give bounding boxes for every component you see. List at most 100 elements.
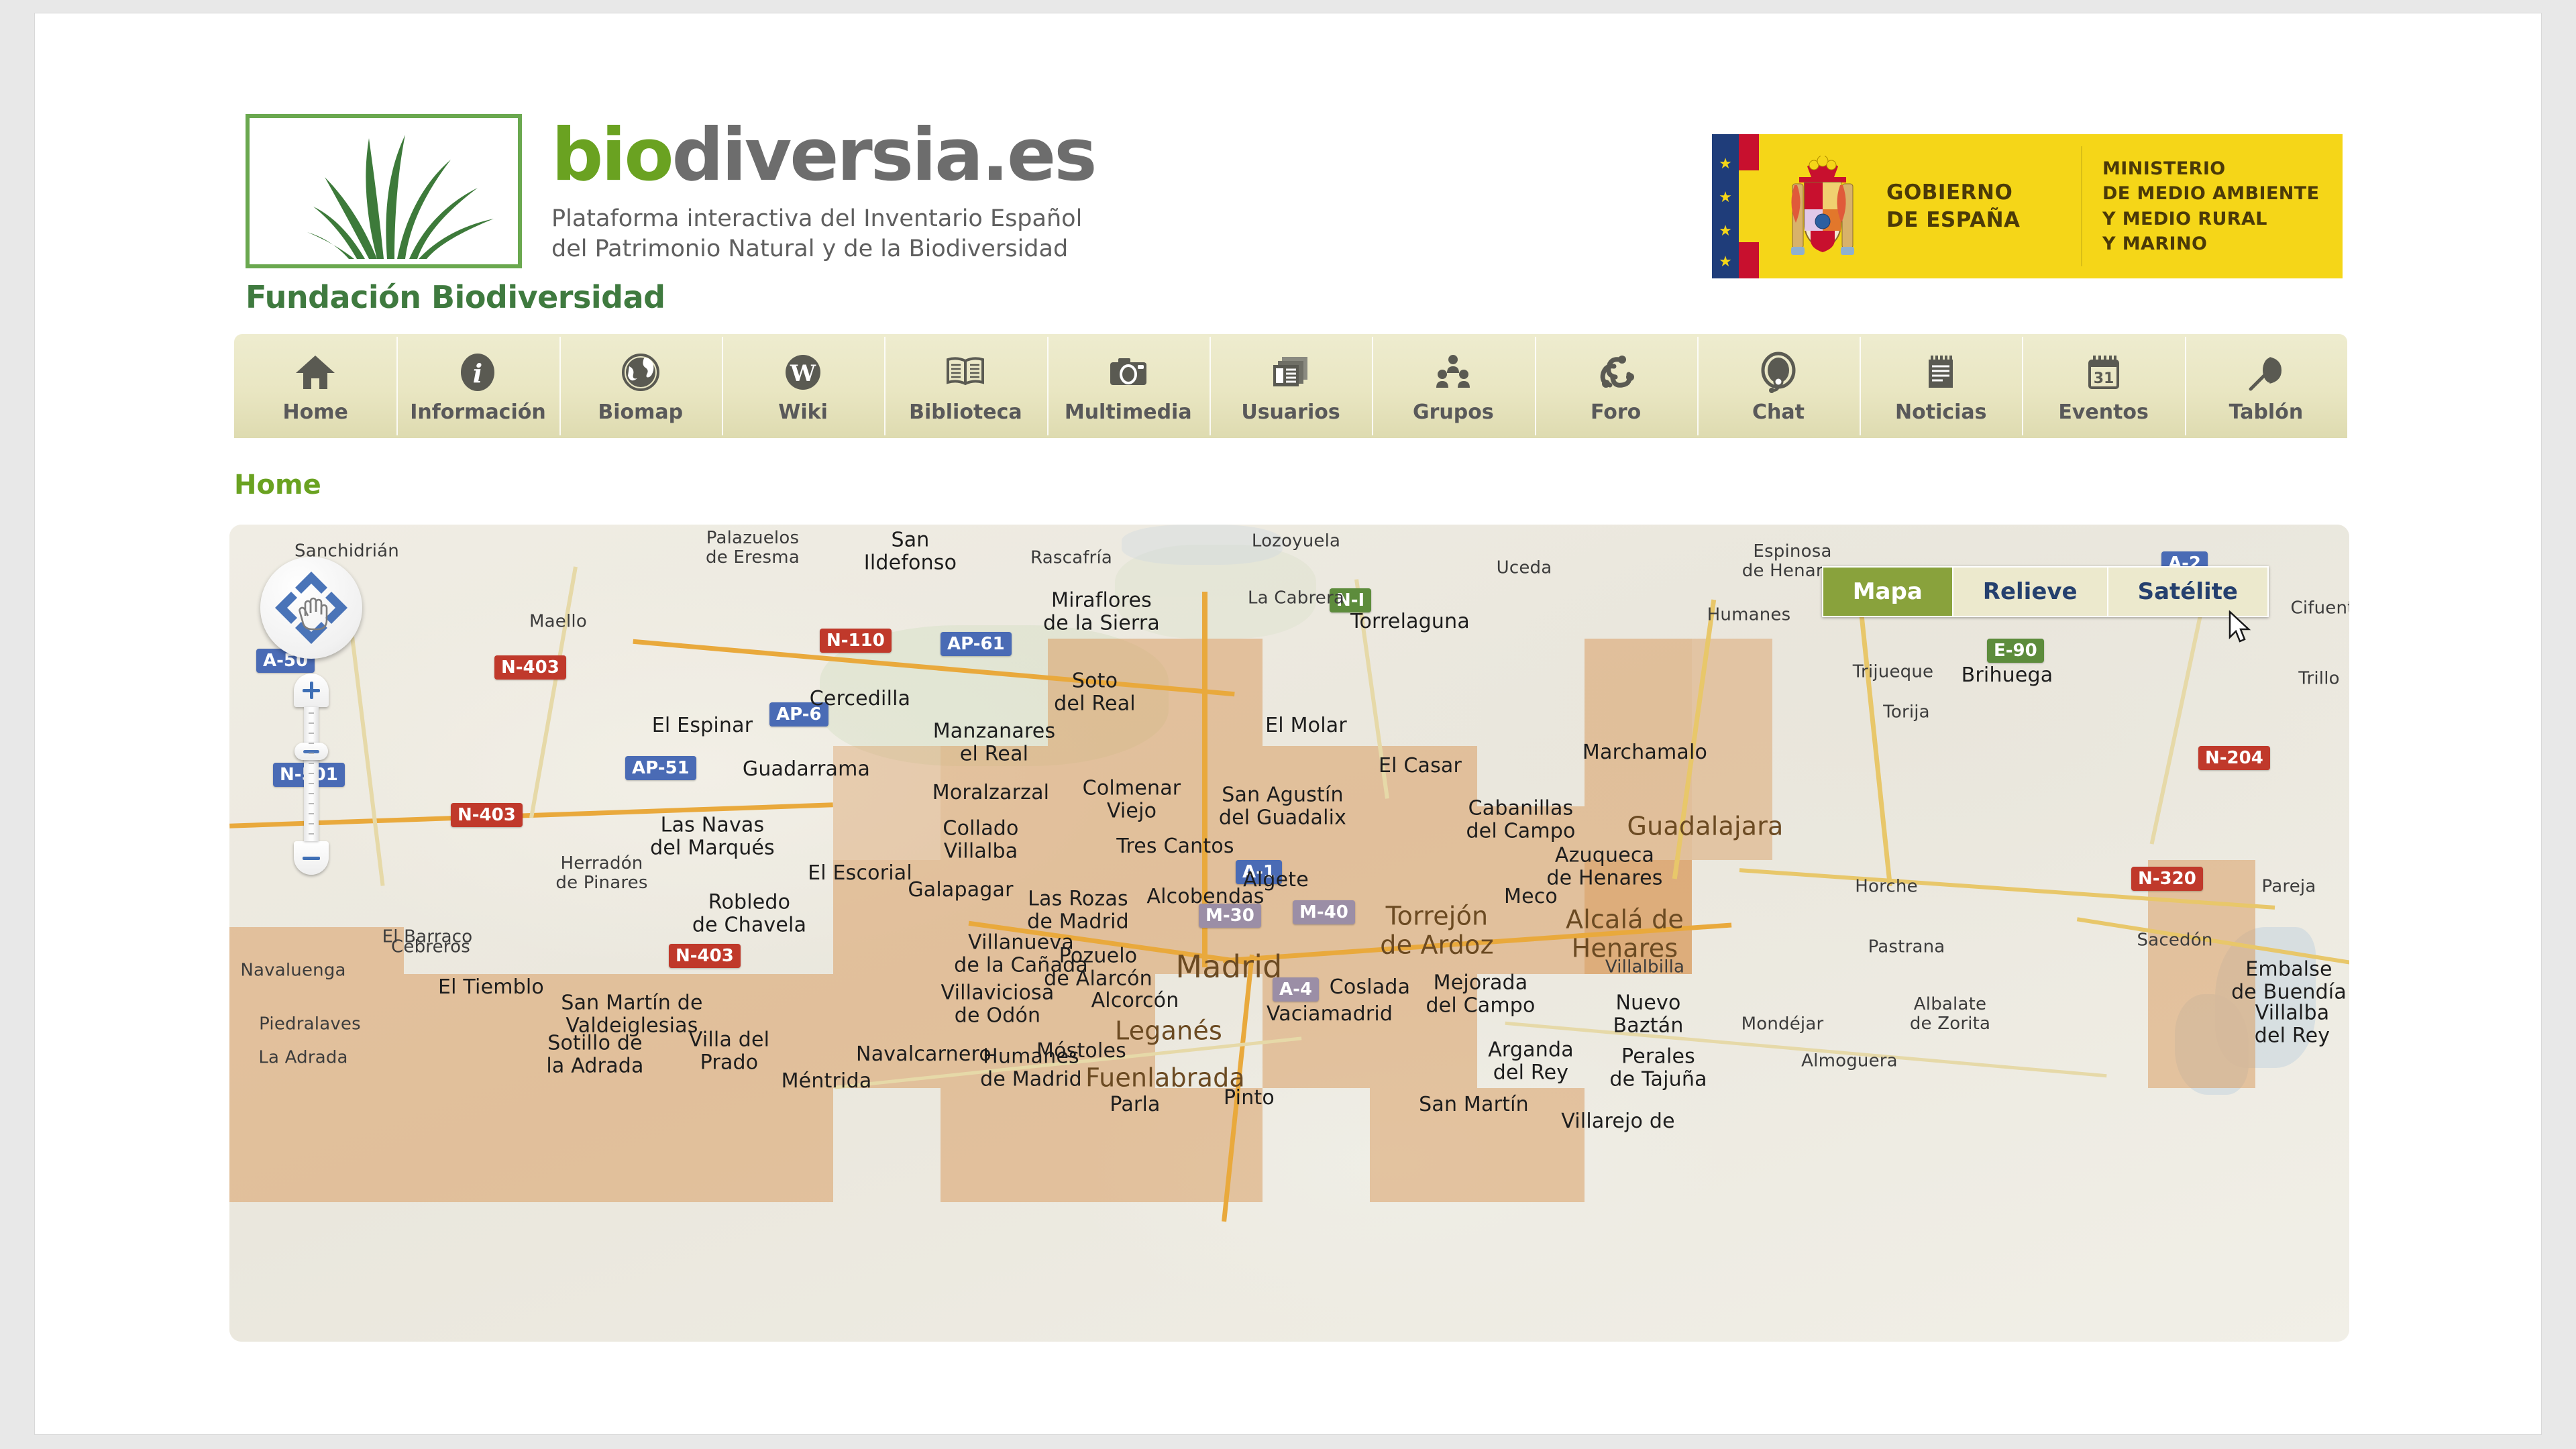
map-place-label: Azuqueca de Henares [1546, 843, 1663, 890]
zoom-tick [309, 793, 314, 794]
map-place-label: Guadarrama [742, 757, 871, 782]
zoom-slider-track[interactable] [294, 707, 328, 841]
road-shield: N-320 [2131, 867, 2203, 891]
zoom-tick [309, 773, 314, 774]
biomap-map-canvas[interactable]: A-2A-1AP-61AP-6AP-51N-110N-501N-403N-403… [229, 525, 2349, 1342]
calendar-31-icon: 31 [2083, 348, 2125, 396]
map-place-label: Marchamalo [1582, 741, 1708, 765]
map-place-label: Miraflores de la Sierra [1042, 588, 1161, 635]
map-place-label: Meco [1504, 885, 1558, 909]
site-wordmark: biodiversia.es [551, 119, 1097, 192]
notepad-icon [1920, 348, 1962, 396]
people-group-icon [1432, 348, 1474, 396]
map-place-label: Palazuelos de Eresma [706, 527, 800, 568]
info-icon: i [457, 348, 498, 396]
map-place-label: Albalate de Zorita [1909, 994, 1991, 1034]
map-place-label: Las Rozas de Madrid [1027, 887, 1129, 933]
site-header: Fundación Biodiversidad biodiversia.es P… [35, 13, 2541, 315]
map-type-sat-lite-button[interactable]: Satélite [2108, 568, 2267, 616]
road-shield: N-403 [494, 655, 566, 680]
map-place-label: Cabanillas del Campo [1466, 796, 1576, 843]
map-place-label: Mejorada del Campo [1426, 971, 1536, 1017]
map-place-label: Almoguera [1801, 1051, 1898, 1071]
map-place-label: Pozuelo de Alarcón [1044, 944, 1152, 990]
map-place-label: Villalbilla [1605, 957, 1685, 977]
open-book-icon [945, 348, 986, 396]
map-place-label: Embalse de Buendía [2231, 957, 2347, 1004]
wordmark-bio: bio [551, 113, 674, 197]
nav-item-grupos[interactable]: Grupos [1372, 334, 1534, 438]
road-shield: N-110 [820, 629, 892, 653]
zoom-slider-handle[interactable] [294, 743, 328, 760]
nav-item-label: Biblioteca [909, 400, 1022, 424]
nav-item-noticias[interactable]: Noticias [1860, 334, 2022, 438]
map-type-relieve-button[interactable]: Relieve [1953, 568, 2108, 616]
nav-item-eventos[interactable]: 31 Eventos [2022, 334, 2184, 438]
map-place-label: Moralzarzal [932, 781, 1050, 805]
spain-coat-of-arms-icon [1759, 134, 1886, 278]
pan-control[interactable] [260, 557, 362, 659]
breadcrumb[interactable]: Home [234, 470, 321, 500]
main-navigation[interactable]: Home i Información Biomap W Wiki Biblioteca Mul… [234, 334, 2347, 438]
nav-item-foro[interactable]: Foro [1534, 334, 1697, 438]
nav-item-label: Noticias [1895, 400, 1987, 424]
map-place-label: Alcorcón [1091, 989, 1179, 1013]
nav-item-home[interactable]: Home [234, 334, 396, 438]
spain-flag-stripe-icon [1739, 134, 1759, 278]
zoom-tick [309, 783, 314, 784]
zoom-out-button[interactable] [294, 841, 329, 875]
headset-icon [1758, 348, 1799, 396]
nav-item-biblioteca[interactable]: Biblioteca [884, 334, 1046, 438]
map-place-label: San Ildefonso [863, 528, 957, 574]
zoom-slider-control[interactable] [294, 674, 329, 875]
map-place-label: San Martín de Valdeiglesias [561, 991, 703, 1037]
map-place-label: Piedralaves [259, 1014, 361, 1034]
zoom-tick [309, 813, 314, 814]
map-place-label: Méntrida [781, 1069, 872, 1093]
zoom-in-button[interactable] [294, 674, 329, 707]
map-place-label: El Espinar [651, 714, 753, 738]
map-place-label: Mondéjar [1741, 1014, 1824, 1034]
nav-item-tabl-n[interactable]: Tablón [2184, 334, 2347, 438]
map-place-label: El Casar [1378, 754, 1462, 778]
map-place-label: Trillo [2298, 668, 2340, 689]
zoom-tick [309, 833, 314, 835]
zoom-tick [309, 722, 314, 724]
nav-item-informaci-n[interactable]: i Información [396, 334, 559, 438]
map-type-mapa-button[interactable]: Mapa [1823, 568, 1953, 616]
map-place-label: Galapagar [908, 878, 1014, 902]
map-place-label: Villaviciosa de Odón [941, 981, 1055, 1027]
nav-item-biomap[interactable]: Biomap [559, 334, 722, 438]
plus-icon [303, 682, 320, 699]
map-place-label: El Molar [1265, 714, 1347, 738]
nav-item-usuarios[interactable]: Usuarios [1209, 334, 1372, 438]
nav-item-label: Chat [1752, 400, 1805, 424]
map-place-label: Manzanares el Real [932, 719, 1056, 765]
nav-item-wiki[interactable]: W Wiki [721, 334, 884, 438]
wiki-w-icon: W [782, 348, 824, 396]
road-shield: AP-61 [941, 632, 1012, 656]
map-place-label: Navalcarnero [856, 1042, 991, 1067]
nav-item-multimedia[interactable]: Multimedia [1046, 334, 1210, 438]
map-place-label: Lozoyuela [1251, 531, 1341, 551]
zoom-tick [309, 712, 314, 714]
map-place-label: Horche [1855, 876, 1918, 897]
cards-stack-icon [1270, 348, 1311, 396]
map-place-label: El Escorial [808, 861, 912, 885]
map-place-label: Guadalajara [1627, 811, 1784, 841]
map-place-label: Torija [1883, 702, 1930, 722]
map-place-label: Collado Villalba [943, 816, 1019, 863]
pan-right-icon [325, 592, 347, 624]
nav-item-label: Usuarios [1241, 400, 1340, 424]
nav-item-label: Información [410, 400, 546, 424]
map-place-label: Pinto [1224, 1086, 1275, 1110]
map-place-label: San Agustín del Guadalix [1218, 783, 1347, 829]
map-place-label: Coslada [1329, 975, 1411, 1000]
map-type-switcher[interactable]: Mapa Relieve Satélite [1821, 566, 2269, 617]
map-place-label: Madrid [1175, 949, 1283, 985]
map-place-label: La Adrada [258, 1047, 348, 1068]
zoom-tick [309, 753, 314, 754]
map-place-label: Alcobendas [1146, 885, 1265, 909]
nav-item-chat[interactable]: Chat [1697, 334, 1860, 438]
foundation-caption: Fundación Biodiversidad [246, 279, 665, 315]
